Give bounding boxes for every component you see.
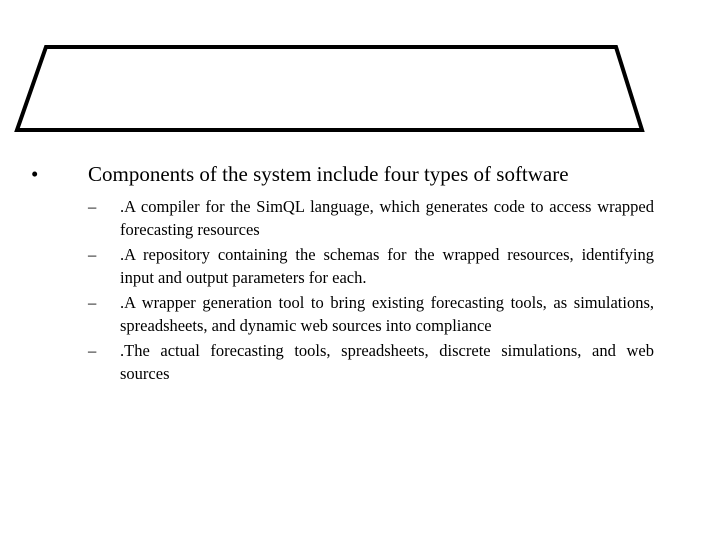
bullet-marker: • xyxy=(31,162,39,186)
sub-bullet-text: .A wrapper generation tool to bring exis… xyxy=(120,293,654,335)
sub-bullet-list: – .A compiler for the SimQL language, wh… xyxy=(88,196,654,388)
main-bullet-text: Components of the system include four ty… xyxy=(88,162,569,186)
sub-bullet-text: .The actual forecasting tools, spreadshe… xyxy=(120,341,654,383)
dash-marker: – xyxy=(88,245,97,264)
sub-bullet-item: – .The actual forecasting tools, spreads… xyxy=(88,340,654,385)
dash-marker: – xyxy=(88,293,97,312)
dash-marker: – xyxy=(88,197,97,216)
sub-bullet-item: – .A repository containing the schemas f… xyxy=(88,244,654,289)
dash-marker: – xyxy=(88,341,97,360)
sub-bullet-text: .A compiler for the SimQL language, whic… xyxy=(120,197,654,239)
sub-bullet-item: – .A compiler for the SimQL language, wh… xyxy=(88,196,654,241)
sub-bullet-text: .A repository containing the schemas for… xyxy=(120,245,654,287)
sub-bullet-item: – .A wrapper generation tool to bring ex… xyxy=(88,292,654,337)
slide-title xyxy=(60,70,620,110)
